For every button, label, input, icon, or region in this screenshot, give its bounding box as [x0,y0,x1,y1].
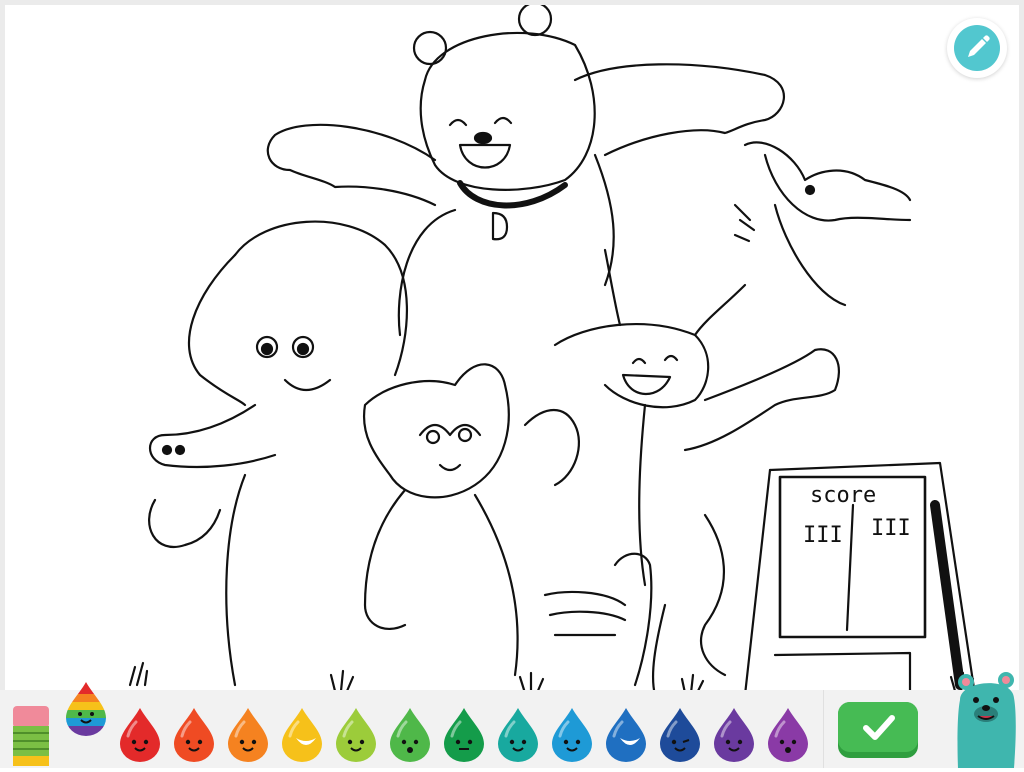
color-drop-sky-blue[interactable] [548,706,596,762]
drop-icon [336,708,376,762]
drop-icon [228,708,268,762]
score-title: score [810,483,876,508]
bear-character [266,5,785,337]
color-drop-blue[interactable] [602,706,650,762]
color-drop-yellow[interactable] [278,706,326,762]
drop-icon [120,708,160,762]
teal-bear-mascot[interactable] [952,670,1020,768]
color-drop-purple[interactable] [710,706,758,762]
elephant-character [148,220,409,687]
mascot-icon [957,672,1016,768]
rainbow-color-button[interactable] [62,680,110,736]
done-button[interactable] [838,702,918,758]
color-drop-red[interactable] [116,706,164,762]
bird-character [733,141,912,307]
drop-icon [498,708,538,762]
color-drop-green[interactable] [386,706,434,762]
eraser-icon [13,706,49,766]
color-drop-lime[interactable] [332,706,380,762]
color-drop-orange[interactable] [224,706,272,762]
checkmark-icon [863,715,895,740]
rainbow-drop-icon [66,682,106,736]
drop-icon [714,708,754,762]
drop-icon [174,708,214,762]
coloring-canvas[interactable]: score III III [5,5,1019,695]
color-drop-teal[interactable] [494,706,542,762]
drop-icon [552,708,592,762]
drop-icon [282,708,322,762]
grass-tufts [128,661,975,695]
drop-icon [768,708,808,762]
fox-character [553,248,840,695]
color-drop-dark-green[interactable] [440,706,488,762]
color-drop-violet[interactable] [764,706,812,762]
pencil-icon [954,25,1000,71]
pencil-tool-button[interactable] [947,18,1007,78]
score-right-tally: III [871,516,911,541]
drop-icon [606,708,646,762]
eraser-tool[interactable] [8,696,54,766]
raccoon-character [362,363,653,687]
drop-icon [444,708,484,762]
score-left-tally: III [803,523,843,548]
color-drop-navy[interactable] [656,706,704,762]
drop-icon [660,708,700,762]
color-drop-red-orange[interactable] [170,706,218,762]
palette-divider [823,690,824,768]
drop-icon [390,708,430,762]
done-button-face [838,702,918,752]
